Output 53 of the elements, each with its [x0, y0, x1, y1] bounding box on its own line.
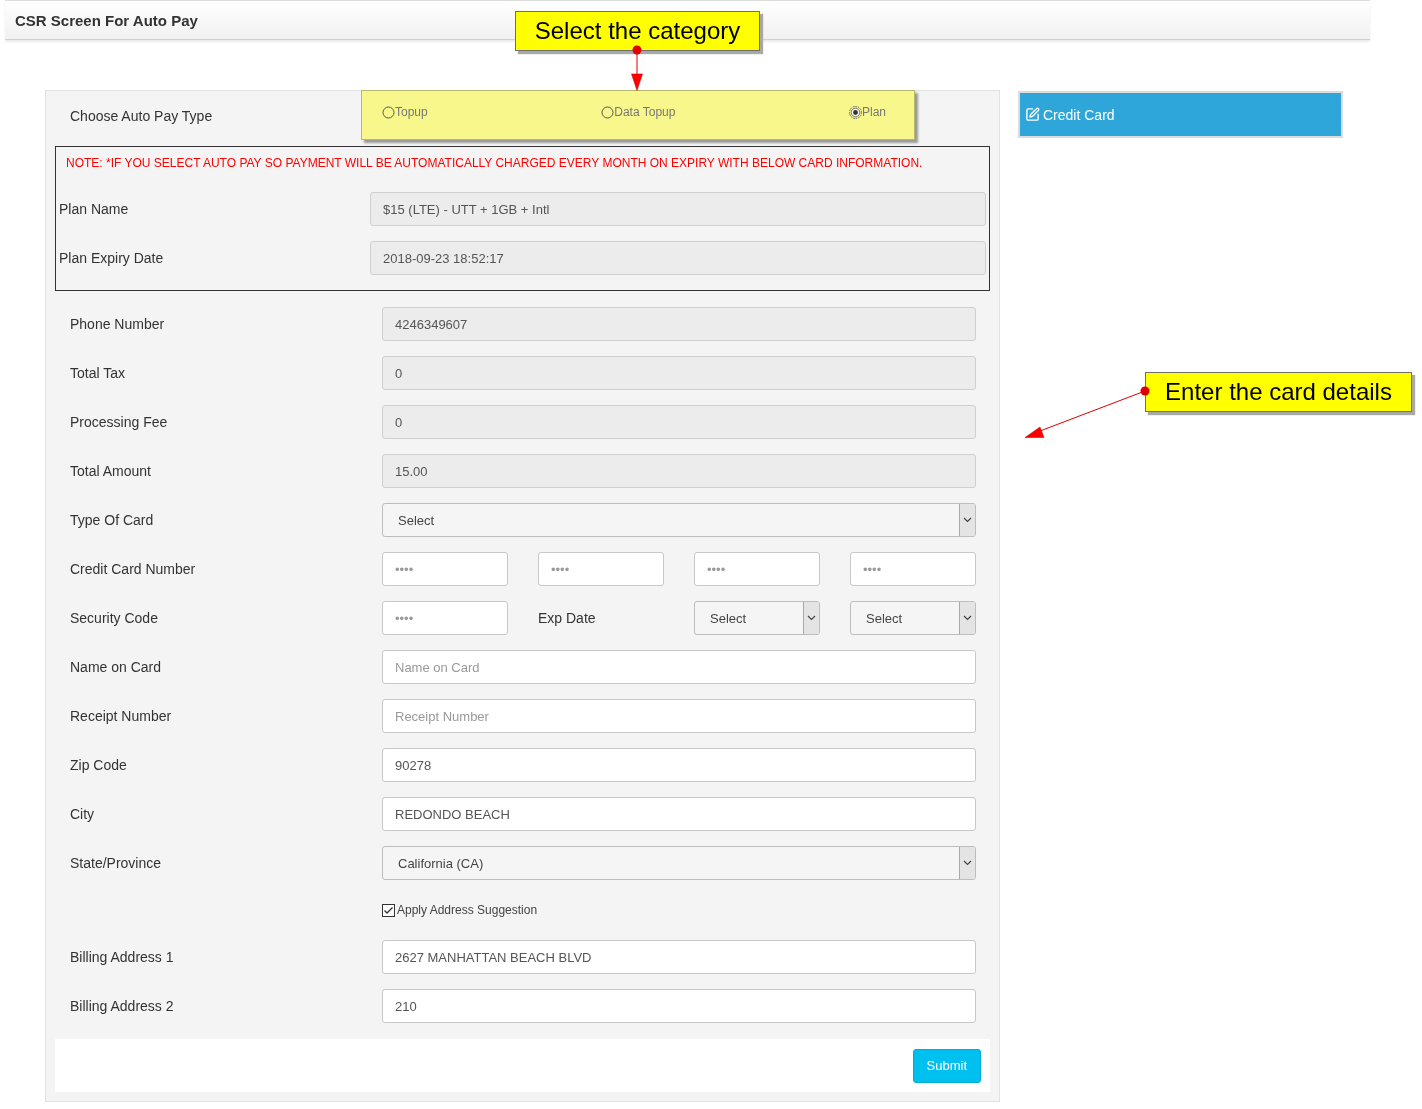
field-label: Plan Expiry Date — [59, 250, 165, 266]
field-label: Total Amount — [70, 463, 152, 479]
readonly-field[interactable]: 15.00 — [382, 454, 976, 488]
readonly-field[interactable]: 0 — [382, 405, 976, 439]
readonly-field[interactable]: $15 (LTE) - UTT + 1GB + Intl — [370, 192, 986, 226]
field-label: Type Of Card — [70, 512, 155, 528]
input-field[interactable]: 210 — [382, 989, 976, 1023]
field-label: State/Province — [70, 855, 163, 871]
input-field[interactable]: •••• — [850, 552, 976, 586]
dropdown-select[interactable]: California (CA) — [382, 846, 976, 880]
field-label: Choose Auto Pay Type — [70, 107, 214, 124]
field-label: Processing Fee — [70, 414, 169, 430]
field-label: Plan Name — [59, 201, 130, 217]
field-label: Billing Address 1 — [70, 949, 175, 965]
checkbox-option[interactable]: Apply Address Suggestion — [382, 903, 538, 917]
field-label: Billing Address 2 — [70, 998, 175, 1014]
field-label: Receipt Number — [70, 708, 173, 724]
caret-icon — [959, 602, 975, 634]
input-field[interactable]: Name on Card — [382, 650, 976, 684]
input-field[interactable]: Receipt Number — [382, 699, 976, 733]
field-label: City — [70, 806, 96, 822]
radio-option[interactable]: Data Topup — [601, 105, 676, 119]
radio-option[interactable]: Plan — [848, 105, 886, 119]
input-field[interactable]: 90278 — [382, 748, 976, 782]
edit-icon — [1025, 107, 1040, 122]
field-label: Total Tax — [70, 365, 126, 381]
caret-icon — [803, 602, 819, 634]
field-label: Phone Number — [70, 316, 166, 332]
dropdown-select[interactable]: Select — [850, 601, 976, 635]
field-label: Security Code — [70, 610, 159, 626]
radio-option[interactable]: Topup — [382, 105, 428, 119]
callout-label: Select the category — [515, 11, 760, 51]
readonly-field[interactable]: 4246349607 — [382, 307, 976, 341]
caret-icon — [959, 847, 975, 879]
caret-icon — [959, 504, 975, 536]
input-field[interactable]: REDONDO BEACH — [382, 797, 976, 831]
field-label: Exp Date — [538, 610, 597, 626]
input-field[interactable]: •••• — [382, 601, 508, 635]
readonly-field[interactable]: 2018-09-23 18:52:17 — [370, 241, 986, 275]
field-label: Credit Card Number — [70, 561, 197, 577]
field-label: Zip Code — [70, 757, 128, 773]
dropdown-select[interactable]: Select — [694, 601, 820, 635]
dropdown-select[interactable]: Select — [382, 503, 976, 537]
input-field[interactable]: 2627 MANHATTAN BEACH BLVD — [382, 940, 976, 974]
field-label: Name on Card — [70, 659, 163, 675]
page-title: CSR Screen For Auto Pay — [15, 11, 198, 29]
input-field[interactable]: •••• — [694, 552, 820, 586]
callout-label: Enter the card details — [1145, 372, 1412, 412]
input-field[interactable]: •••• — [538, 552, 664, 586]
input-field[interactable]: •••• — [382, 552, 508, 586]
pointer-arrow — [631, 45, 643, 91]
readonly-field[interactable]: 0 — [382, 356, 976, 390]
warning-note: NOTE: *IF YOU SELECT AUTO PAY SO PAYMENT WILL BE AUTOMATICALLY CHARGED EVERY MONTH ON EXPIRY WITH BELOW CARD INFORMATION. — [65, 155, 924, 171]
